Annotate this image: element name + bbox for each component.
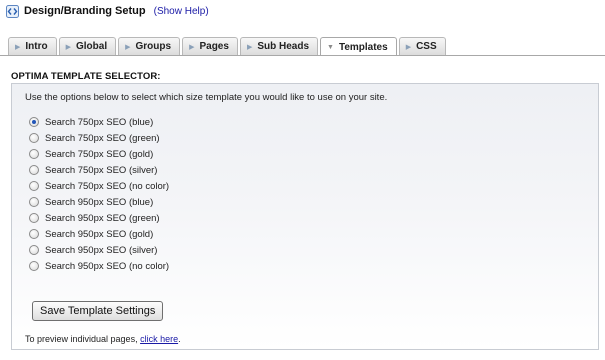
tab-label: CSS [416, 41, 437, 52]
click-here-link[interactable]: click here [140, 334, 178, 344]
template-option-label: Search 750px SEO (gold) [45, 148, 154, 160]
tab-divider [0, 55, 605, 56]
page-title: Design/Branding Setup [24, 5, 146, 17]
radio-button[interactable] [29, 213, 39, 223]
template-option[interactable]: Search 950px SEO (blue) [29, 194, 169, 210]
tab-global[interactable]: ▶ Global [58, 37, 117, 55]
template-option[interactable]: Search 750px SEO (green) [29, 130, 169, 146]
template-option[interactable]: Search 750px SEO (blue) [29, 114, 169, 130]
page-header: Design/Branding Setup (Show Help) [6, 3, 209, 19]
tab-templates[interactable]: ▼ Templates [320, 37, 397, 56]
radio-button[interactable] [29, 229, 39, 239]
template-option-label: Search 750px SEO (no color) [45, 180, 170, 192]
tab-arrow-down-icon: ▼ [327, 43, 334, 51]
tab-css[interactable]: ▶ CSS [398, 37, 446, 55]
template-option-label: Search 950px SEO (silver) [45, 244, 158, 256]
tab-groups[interactable]: ▶ Groups [118, 37, 181, 55]
template-option-label: Search 950px SEO (gold) [45, 228, 154, 240]
tab-label: Sub Heads [257, 41, 310, 52]
template-option[interactable]: Search 950px SEO (green) [29, 210, 169, 226]
template-option-label: Search 750px SEO (silver) [45, 164, 158, 176]
template-option[interactable]: Search 950px SEO (silver) [29, 242, 169, 258]
radio-button[interactable] [29, 181, 39, 191]
template-option-label: Search 750px SEO (blue) [45, 116, 154, 128]
radio-button[interactable] [29, 149, 39, 159]
page: Design/Branding Setup (Show Help) ▶ Intr… [0, 0, 605, 360]
template-option[interactable]: Search 950px SEO (no color) [29, 258, 169, 274]
template-option[interactable]: Search 750px SEO (no color) [29, 178, 169, 194]
tab-arrow-icon: ▶ [125, 43, 131, 51]
radio-button[interactable] [29, 117, 39, 127]
tab-intro[interactable]: ▶ Intro [8, 37, 57, 55]
template-option[interactable]: Search 950px SEO (gold) [29, 226, 169, 242]
tab-label: Pages [199, 41, 229, 52]
template-option[interactable]: Search 750px SEO (gold) [29, 146, 169, 162]
tab-label: Global [76, 41, 108, 52]
template-option-label: Search 950px SEO (no color) [45, 260, 170, 272]
preview-text: To preview individual pages, [25, 334, 141, 344]
template-option-label: Search 750px SEO (green) [45, 132, 160, 144]
section-title: OPTIMA TEMPLATE SELECTOR: [11, 71, 161, 82]
tab-sub-heads[interactable]: ▶ Sub Heads [239, 37, 319, 55]
radio-button[interactable] [29, 133, 39, 143]
tab-label: Templates [338, 41, 388, 53]
tab-arrow-icon: ▶ [65, 43, 71, 51]
tab-label: Intro [25, 41, 48, 52]
radio-button[interactable] [29, 245, 39, 255]
template-selector-panel: Use the options below to select which si… [11, 83, 599, 350]
panel-intro-text: Use the options below to select which si… [25, 92, 388, 103]
show-help-link[interactable]: (Show Help) [154, 6, 209, 17]
radio-button[interactable] [29, 165, 39, 175]
tab-label: Groups [135, 41, 172, 52]
preview-suffix: . [178, 334, 181, 344]
tab-bar: ▶ Intro ▶ Global ▶ Groups ▶ Pages ▶ Sub … [8, 36, 448, 56]
preview-note: To preview individual pages, click here. [25, 334, 181, 344]
tab-pages[interactable]: ▶ Pages [182, 37, 238, 55]
template-option[interactable]: Search 750px SEO (silver) [29, 162, 169, 178]
tab-arrow-icon: ▶ [189, 43, 195, 51]
template-option-label: Search 950px SEO (blue) [45, 196, 154, 208]
radio-button[interactable] [29, 261, 39, 271]
save-template-settings-button[interactable]: Save Template Settings [32, 301, 164, 321]
template-options-list: Search 750px SEO (blue) Search 750px SEO… [29, 114, 169, 274]
radio-button[interactable] [29, 197, 39, 207]
template-option-label: Search 950px SEO (green) [45, 212, 160, 224]
code-brackets-icon [6, 4, 19, 18]
tab-arrow-icon: ▶ [15, 43, 21, 51]
tab-arrow-icon: ▶ [405, 43, 412, 51]
tab-arrow-icon: ▶ [246, 43, 253, 51]
